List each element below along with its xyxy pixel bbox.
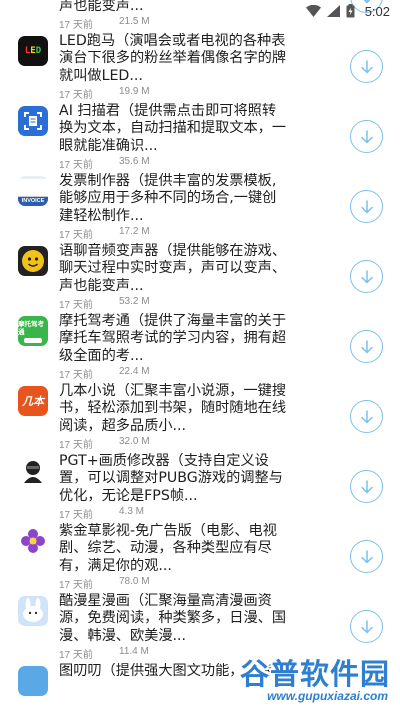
download-arrow-icon <box>360 129 373 143</box>
app-description: 酷漫星漫画（汇聚海量高清漫画资源，免费阅读，种类繁多，日漫、国漫、韩漫、欧美漫.… <box>59 593 287 644</box>
watermark-title: 谷普软件园 <box>239 657 390 691</box>
download-arrow-icon <box>360 59 373 73</box>
app-description: PGT+画质修改器（支持自定义设置，可以调整对PUBG游戏的调整与优化，无论是F… <box>59 453 283 504</box>
download-button[interactable] <box>350 610 383 643</box>
app-meta: 17 天前 4.3 M <box>59 506 144 521</box>
app-meta: 17 天前 22.4 M <box>59 366 150 381</box>
download-arrow-icon <box>360 409 373 423</box>
download-button[interactable] <box>350 120 383 153</box>
app-date: 17 天前 <box>59 160 93 171</box>
novel-icon: 几本 <box>18 386 48 416</box>
download-button[interactable] <box>350 190 383 223</box>
app-meta: 17 天前 11.4 M <box>59 646 149 661</box>
list-item[interactable]: INVOICE 发票制作器（提供丰富的发票模板,能够应用于多种不同的场合,一键创… <box>0 173 400 243</box>
app-meta: 17 天前 53.2 M <box>59 296 150 311</box>
app-meta: 17 天前 32.0 M <box>59 436 150 451</box>
app-meta: 17 天前 35.6 M <box>59 156 150 171</box>
watermark-url: www.gupuxiazai.com <box>267 689 388 703</box>
led-marquee-icon: LED <box>18 36 48 66</box>
download-arrow-icon <box>360 339 373 353</box>
app-meta: 17 天前 19.9 M <box>59 86 150 101</box>
manga-icon <box>18 596 48 626</box>
app-date: 17 天前 <box>59 580 93 591</box>
list-item[interactable]: 摩托驾考通 摩托驾考通（提供了海量丰富的关于摩托车驾照考试的学习内容，拥有超级全… <box>0 313 400 383</box>
app-size: 22.4 M <box>119 366 150 377</box>
app-description: 摩托驾考通（提供了海量丰富的关于摩托车驾照考试的学习内容，拥有超级全面的考... <box>59 313 287 364</box>
list-item[interactable]: 几本 几本小说（汇聚丰富小说源，一键搜书，轻松添加到书架，随时随地在线阅读，超多… <box>0 383 400 453</box>
app-description: 发票制作器（提供丰富的发票模板,能够应用于多种不同的场合,一键创建轻松制作... <box>59 173 277 224</box>
moto-exam-icon: 摩托驾考通 <box>18 316 48 346</box>
app-size: 4.3 M <box>119 506 145 517</box>
list-item[interactable]: AI 扫描君（提供需点击即可将照转换为文本，自动扫描和提取文本，一眼就能准确识.… <box>0 103 400 173</box>
signal-icon <box>326 5 340 17</box>
app-description: AI 扫描君（提供需点击即可将照转换为文本，自动扫描和提取文本，一眼就能准确识.… <box>59 103 287 154</box>
app-date: 17 天前 <box>59 650 93 661</box>
download-button[interactable] <box>350 50 383 83</box>
flower-icon <box>18 526 48 556</box>
app-date: 17 天前 <box>59 440 93 451</box>
download-arrow-icon <box>360 619 373 633</box>
app-size: 19.9 M <box>119 86 150 97</box>
app-meta: 17 天前 17.2 M <box>59 226 150 241</box>
app-list: 语聊音频变声器（提供能够在游戏、聊天过程中实时变声，声可以变声、声也能变声...… <box>0 0 400 711</box>
app-size: 32.0 M <box>119 436 150 447</box>
battery-icon <box>346 4 355 18</box>
list-item[interactable]: LED LED跑马（演唱会或者电视的各种表演台下很多的粉丝举着偶像名字的牌就叫做… <box>0 33 400 103</box>
ai-scanner-icon <box>18 106 48 136</box>
pgt-icon <box>18 456 48 486</box>
app-meta: 17 天前 78.0 M <box>59 576 150 591</box>
voice-face-icon <box>18 246 48 276</box>
app-size: 17.2 M <box>119 226 150 237</box>
app-size: 35.6 M <box>119 156 150 167</box>
list-item[interactable]: PGT+画质修改器（支持自定义设置，可以调整对PUBG游戏的调整与优化，无论是F… <box>0 453 400 523</box>
download-button[interactable] <box>350 330 383 363</box>
app-description: 紫金草影视-免广告版（电影、电视剧、综艺、动漫，各种类型应有尽有，满足你的观..… <box>59 523 277 574</box>
wifi-icon <box>305 5 321 17</box>
app-description: 语聊音频变声器（提供能够在游戏、聊天过程中实时变声，声可以变声、声也能变声... <box>59 243 287 294</box>
partial-icon <box>18 666 48 696</box>
download-arrow-icon <box>360 199 373 213</box>
app-date: 17 天前 <box>59 300 93 311</box>
invoice-icon: INVOICE <box>18 176 48 206</box>
download-arrow-icon <box>360 479 373 493</box>
watermark: 谷普软件园 www.gupuxiazai.com <box>216 651 396 709</box>
download-button[interactable] <box>350 540 383 573</box>
app-date: 17 天前 <box>59 90 93 101</box>
list-item[interactable]: 语聊音频变声器（提供能够在游戏、聊天过程中实时变声，声可以变声、声也能变声...… <box>0 243 400 313</box>
download-arrow-icon <box>360 549 373 563</box>
app-date: 17 天前 <box>59 230 93 241</box>
app-description: 几本小说（汇聚丰富小说源，一键搜书，轻松添加到书架，随时随地在线阅读，超多品质小… <box>59 383 287 434</box>
app-size: 11.4 M <box>119 646 149 657</box>
download-arrow-icon <box>360 269 373 283</box>
app-description: LED跑马（演唱会或者电视的各种表演台下很多的粉丝举着偶像名字的牌就叫做LED.… <box>59 33 287 84</box>
app-size: 53.2 M <box>119 296 150 307</box>
app-date: 17 天前 <box>59 510 93 521</box>
status-bar: 5:02 <box>0 0 400 22</box>
app-date: 17 天前 <box>59 370 93 381</box>
status-time: 5:02 <box>364 3 390 19</box>
download-button[interactable] <box>350 260 383 293</box>
list-item[interactable]: 紫金草影视-免广告版（电影、电视剧、综艺、动漫，各种类型应有尽有，满足你的观..… <box>0 523 400 593</box>
app-size: 78.0 M <box>119 576 150 587</box>
download-button[interactable] <box>350 400 383 433</box>
download-button[interactable] <box>350 470 383 503</box>
